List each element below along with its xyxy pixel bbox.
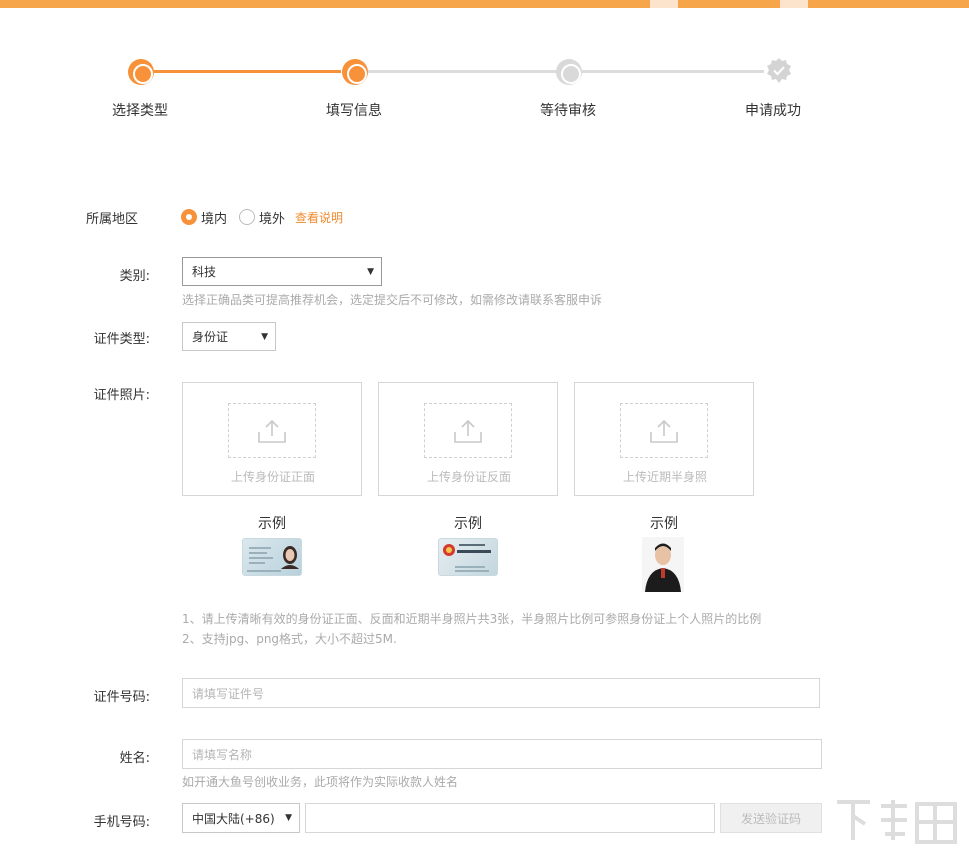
step-label-3: 等待审核 [540, 103, 596, 119]
region-overseas-label[interactable]: 境外 [259, 208, 285, 227]
top-bar-highlight [650, 0, 678, 8]
id-type-value: 身份证 [192, 330, 229, 344]
step-2-dot [342, 59, 368, 85]
upload-half-body-label: 上传近期半身照 [622, 470, 707, 484]
name-input[interactable]: 请填写名称 [182, 739, 822, 769]
id-type-label: 证件类型: [93, 332, 150, 347]
send-code-button[interactable]: 发送验证码 [720, 803, 822, 833]
region-domestic-label[interactable]: 境内 [201, 208, 227, 227]
upload-dropzone[interactable] [620, 403, 708, 458]
country-code-value: 中国大陆(+86) [192, 811, 275, 826]
upload-icon [258, 419, 286, 443]
name-hint: 如开通大鱼号创收业务，此项将作为实际收款人姓名 [182, 775, 459, 789]
example-label-front: 示例 [258, 516, 286, 532]
upload-id-front[interactable]: 上传身份证正面 [182, 382, 362, 496]
country-code-select[interactable]: 中国大陆(+86) ▼ [182, 803, 300, 833]
step-connector [368, 70, 556, 73]
name-label: 姓名: [119, 751, 150, 766]
region-label: 所属地区 [85, 212, 138, 227]
step-label-2: 填写信息 [326, 103, 382, 119]
category-value: 科技 [192, 265, 217, 279]
progress-steps: 选择类型 填写信息 等待审核 申请成功 [0, 55, 969, 125]
step-connector [582, 70, 764, 73]
id-number-input[interactable]: 请填写证件号 [182, 678, 820, 708]
upload-id-back-label: 上传身份证反面 [426, 470, 511, 484]
id-number-placeholder: 请填写证件号 [192, 686, 265, 701]
step-label-4: 申请成功 [745, 103, 801, 119]
phone-input[interactable] [305, 803, 715, 833]
category-select[interactable]: 科技 ▼ [182, 257, 382, 286]
upload-icon [650, 419, 678, 443]
watermark-logo [837, 800, 957, 844]
id-type-select[interactable]: 身份证 ▼ [182, 322, 276, 351]
upload-dropzone[interactable] [228, 403, 316, 458]
id-front-example-image [242, 538, 302, 576]
upload-icon [454, 419, 482, 443]
step-label-1: 选择类型 [112, 103, 168, 119]
step-3-dot [556, 59, 582, 85]
example-label-photo: 示例 [650, 516, 678, 532]
photo-note-2: 2、支持jpg、png格式，大小不超过5M. [182, 632, 397, 646]
chevron-down-icon: ▼ [367, 266, 374, 277]
region-overseas-radio[interactable] [239, 209, 255, 225]
photo-note-1: 1、请上传清晰有效的身份证正面、反面和近期半身照片共3张，半身照片比例可参照身份… [182, 612, 762, 626]
name-placeholder: 请填写名称 [192, 747, 253, 762]
person-photo-icon [642, 537, 684, 592]
step-1-dot [128, 59, 154, 85]
id-card-back-icon [443, 544, 491, 572]
top-bar-highlight [780, 0, 808, 8]
id-number-label: 证件号码: [93, 690, 150, 705]
region-help-link[interactable]: 查看说明 [295, 209, 343, 226]
id-card-front-icon [247, 546, 299, 572]
upload-id-back[interactable]: 上传身份证反面 [378, 382, 558, 496]
phone-label: 手机号码: [93, 815, 150, 830]
category-label: 类别: [119, 269, 150, 284]
upload-half-body-photo[interactable]: 上传近期半身照 [574, 382, 754, 496]
chevron-down-icon: ▼ [261, 331, 268, 342]
example-label-back: 示例 [454, 516, 482, 532]
id-photos-label: 证件照片: [93, 388, 150, 403]
badge-icon [767, 58, 791, 83]
id-back-example-image [438, 538, 498, 576]
upload-id-front-label: 上传身份证正面 [230, 470, 315, 484]
chevron-down-icon: ▼ [285, 813, 292, 823]
upload-dropzone[interactable] [424, 403, 512, 458]
region-domestic-radio[interactable] [181, 209, 197, 225]
half-body-example-image [642, 537, 684, 592]
category-hint: 选择正确品类可提高推荐机会，选定提交后不可修改，如需修改请联系客服申诉 [182, 293, 603, 307]
top-accent-bar [0, 0, 969, 8]
step-connector-done [154, 70, 341, 73]
